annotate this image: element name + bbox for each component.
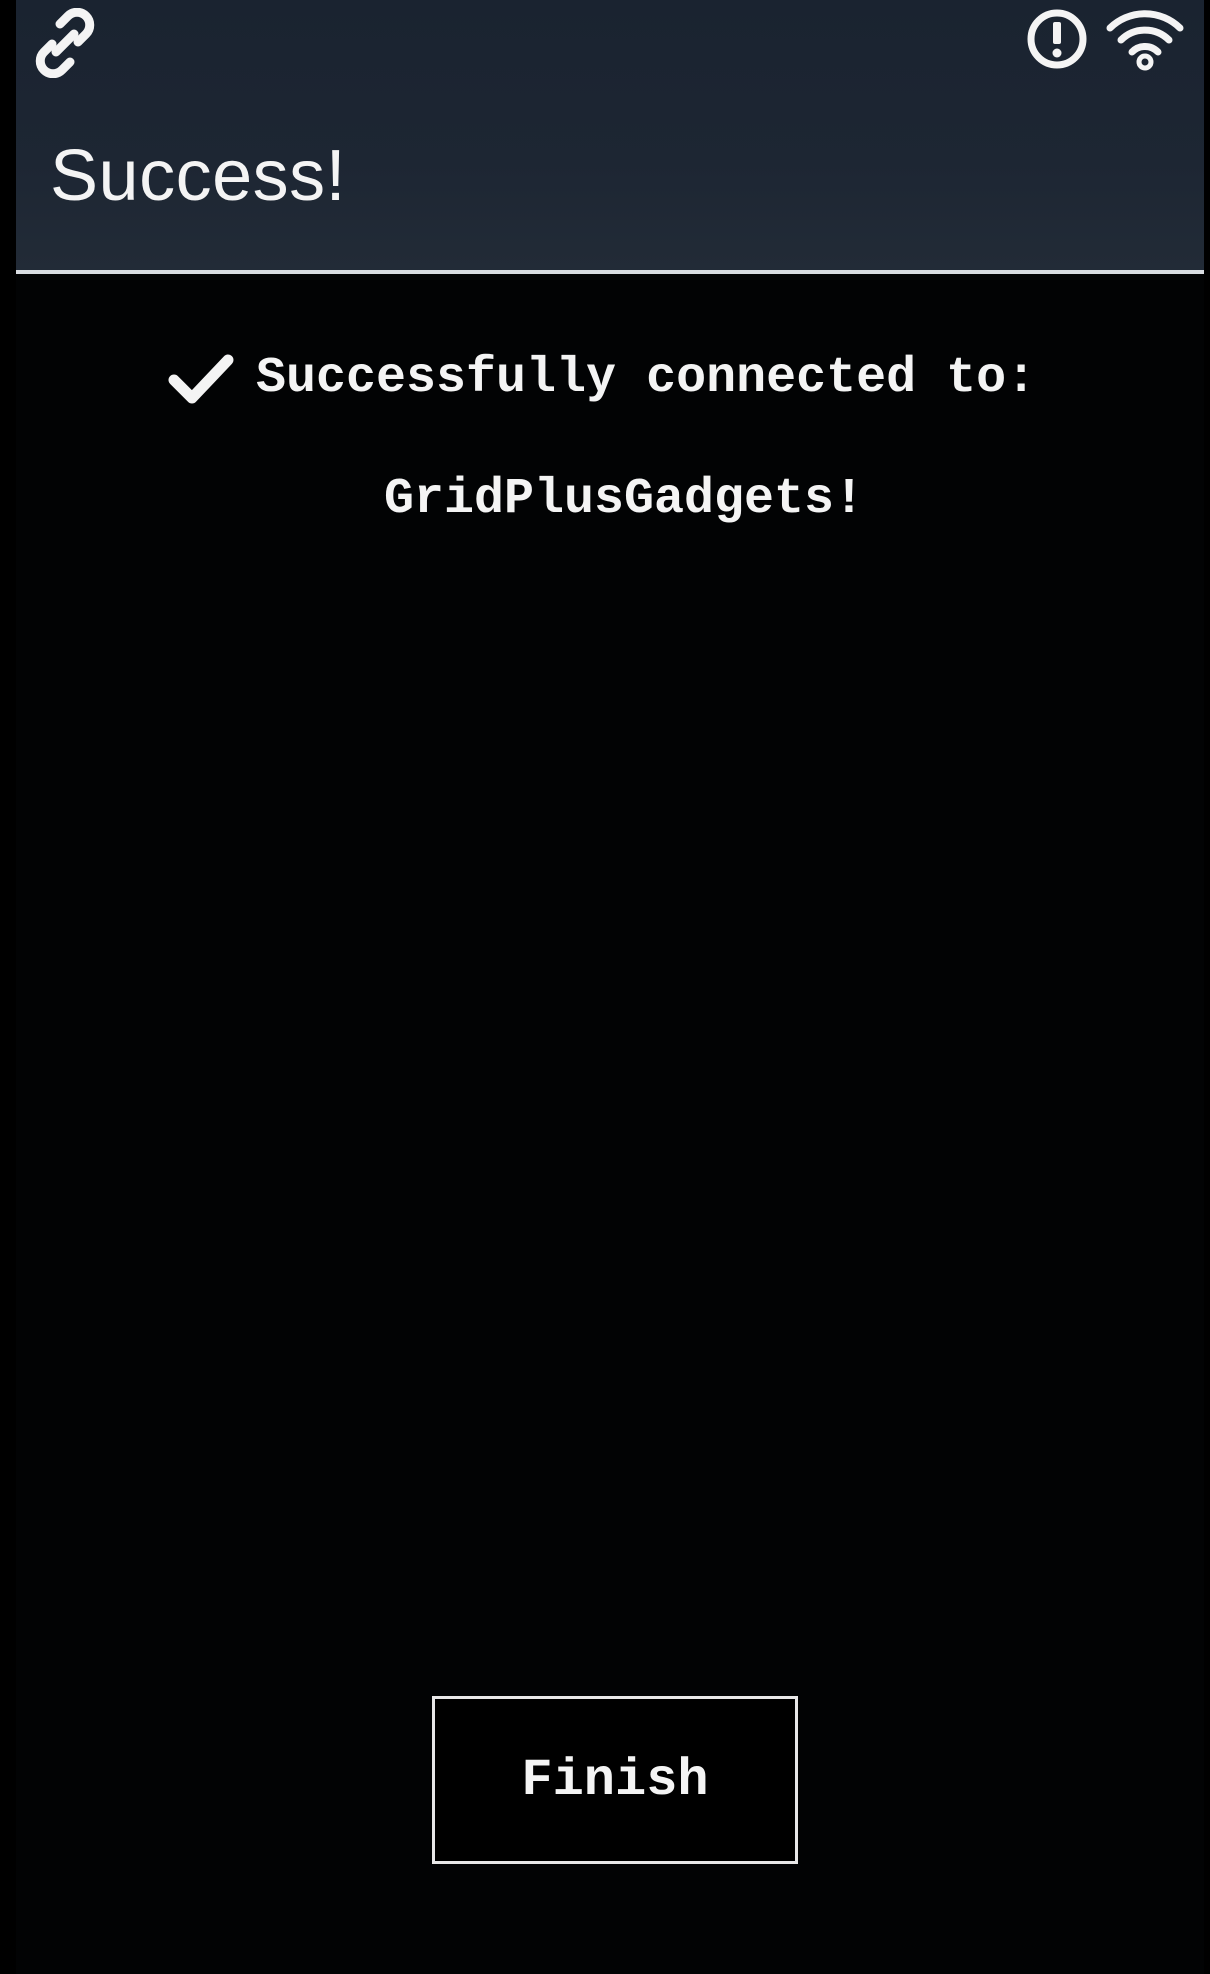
page-title: Success!	[50, 136, 347, 216]
screen: Success! Successfully connected to: Grid…	[16, 0, 1204, 1974]
wifi-icon	[1106, 10, 1184, 71]
header: Success!	[16, 0, 1204, 274]
content: Successfully connected to: GridPlusGadge…	[16, 274, 1204, 1974]
check-icon	[168, 354, 234, 404]
status-row: Successfully connected to:	[168, 344, 1036, 414]
status-message: Successfully connected to:	[256, 350, 1037, 407]
alert-circle-icon	[1027, 9, 1087, 69]
finish-button[interactable]: Finish	[432, 1696, 798, 1864]
link-icon	[35, 8, 95, 78]
network-name: GridPlusGadgets!	[383, 471, 865, 528]
